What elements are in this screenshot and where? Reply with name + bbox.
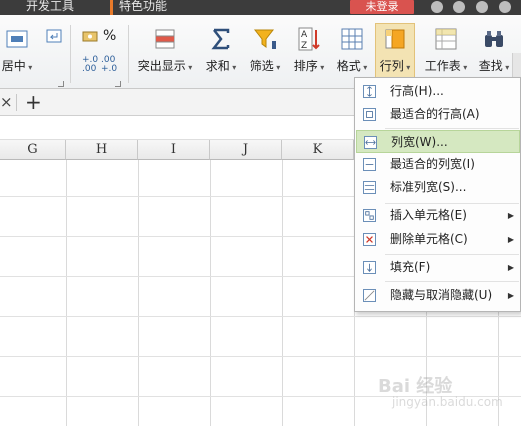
filter-label: 筛选 bbox=[250, 59, 281, 73]
decrease-decimal-button[interactable]: .00 +.0 bbox=[101, 56, 117, 74]
menu-item-label: 最适合的列宽(I) bbox=[390, 157, 475, 171]
alignment-dialog-launcher[interactable] bbox=[58, 81, 64, 87]
binoculars-icon bbox=[485, 31, 503, 47]
baidu-watermark-url: jingyan.baidu.com bbox=[392, 395, 503, 409]
grid-column-line bbox=[138, 160, 139, 426]
tab-special-features[interactable]: 特色功能 bbox=[110, 0, 167, 15]
column-header-g[interactable]: G bbox=[0, 140, 66, 160]
menu-item-hide-unhide[interactable]: 隐藏与取消隐藏(U) ▶ bbox=[356, 284, 520, 307]
new-tab-icon[interactable]: + bbox=[25, 90, 42, 114]
menu-item-label: 删除单元格(C) bbox=[390, 232, 468, 246]
ribbon-separator bbox=[128, 25, 129, 83]
spreadsheet-window: 开发工具 特色功能 未登录 居中 % +.0 .00 .00 +. bbox=[0, 0, 521, 426]
submenu-arrow-icon: ▶ bbox=[507, 235, 514, 244]
find-button[interactable]: 查找 bbox=[476, 27, 512, 74]
grid-row-line bbox=[0, 356, 521, 357]
highlight-label: 突出显示 bbox=[138, 59, 193, 73]
find-label: 查找 bbox=[479, 59, 510, 73]
highlight-icon bbox=[155, 29, 175, 49]
menu-item-row-height[interactable]: 行高(H)... bbox=[356, 80, 520, 103]
standard-width-icon bbox=[363, 181, 376, 194]
menu-item-autofit-column-width[interactable]: 最适合的列宽(I) bbox=[356, 153, 520, 176]
autofit-column-icon bbox=[363, 158, 376, 171]
format-button[interactable]: 格式 bbox=[334, 27, 370, 74]
hide-unhide-icon bbox=[363, 289, 376, 302]
sort-az-icon: A Z bbox=[298, 27, 320, 51]
format-label: 格式 bbox=[337, 59, 368, 73]
row-column-label: 行列 bbox=[380, 59, 411, 73]
menu-item-fill[interactable]: 填充(F) ▶ bbox=[356, 256, 520, 279]
column-header-h[interactable]: H bbox=[66, 140, 138, 160]
row-height-icon bbox=[363, 85, 376, 98]
row-column-dropdown-menu: 行高(H)... 最适合的行高(A) 列宽(W)... 最适合的列宽(I) 标准… bbox=[354, 77, 521, 312]
sigma-icon bbox=[211, 28, 230, 50]
worksheet-button[interactable]: 工作表 bbox=[422, 27, 470, 74]
fill-icon bbox=[363, 261, 376, 274]
worksheet-icon bbox=[435, 28, 457, 50]
login-button[interactable]: 未登录 bbox=[350, 0, 414, 14]
sort-label: 排序 bbox=[294, 59, 325, 73]
column-header-k[interactable]: K bbox=[282, 140, 354, 160]
filter-button[interactable]: 筛选 bbox=[246, 27, 284, 74]
sort-button[interactable]: A Z 排序 bbox=[290, 27, 328, 74]
sum-button[interactable]: 求和 bbox=[202, 27, 240, 74]
column-header-j[interactable]: J bbox=[210, 140, 282, 160]
ribbon-separator bbox=[70, 25, 71, 83]
svg-text:A: A bbox=[301, 30, 308, 40]
menu-item-standard-column-width[interactable]: 标准列宽(S)... bbox=[356, 176, 520, 199]
column-width-icon bbox=[364, 136, 377, 149]
grid-column-line bbox=[66, 160, 67, 426]
submenu-arrow-icon: ▶ bbox=[507, 263, 514, 272]
autofit-row-icon bbox=[363, 108, 376, 121]
tab-divider bbox=[16, 94, 17, 111]
column-header-i[interactable]: I bbox=[138, 140, 210, 160]
shirt-icon[interactable] bbox=[476, 1, 488, 13]
menu-item-label: 标准列宽(S)... bbox=[390, 180, 467, 194]
menu-item-label: 最适合的行高(A) bbox=[390, 107, 480, 121]
top-menu-bar: 开发工具 特色功能 未登录 bbox=[0, 0, 521, 15]
increase-decimal-button[interactable]: +.0 .00 bbox=[82, 56, 98, 74]
svg-text:Z: Z bbox=[301, 41, 307, 51]
menu-separator bbox=[385, 254, 519, 255]
merge-center-label: 居中 bbox=[2, 59, 33, 73]
menu-item-label: 隐藏与取消隐藏(U) bbox=[390, 288, 493, 302]
menu-separator bbox=[385, 281, 519, 282]
menu-item-autofit-row-height[interactable]: 最适合的行高(A) bbox=[356, 103, 520, 126]
wrap-text-icon[interactable] bbox=[46, 29, 62, 43]
grid-column-line bbox=[210, 160, 211, 426]
format-grid-icon bbox=[341, 28, 363, 50]
tab-developer-tools[interactable]: 开发工具 bbox=[26, 0, 74, 15]
menu-item-label: 插入单元格(E) bbox=[390, 208, 467, 222]
row-column-icon bbox=[385, 29, 405, 49]
help-icon[interactable] bbox=[499, 1, 511, 13]
menu-item-insert-cells[interactable]: 插入单元格(E) ▶ bbox=[356, 204, 520, 227]
worksheet-label: 工作表 bbox=[425, 59, 468, 73]
delete-cells-icon bbox=[363, 233, 376, 246]
submenu-arrow-icon: ▶ bbox=[507, 291, 514, 300]
menu-separator bbox=[385, 128, 519, 129]
grid-column-line bbox=[282, 160, 283, 426]
skin-icon[interactable] bbox=[431, 1, 443, 13]
currency-icon[interactable] bbox=[82, 29, 98, 43]
merge-center-button[interactable]: 居中 bbox=[0, 27, 38, 74]
submenu-arrow-icon: ▶ bbox=[507, 211, 514, 220]
menu-item-column-width[interactable]: 列宽(W)... bbox=[356, 130, 520, 153]
insert-cells-icon bbox=[363, 209, 376, 222]
funnel-icon bbox=[253, 29, 276, 49]
menu-item-delete-cells[interactable]: 删除单元格(C) ▶ bbox=[356, 228, 520, 251]
number-dialog-launcher[interactable] bbox=[115, 81, 121, 87]
percent-button[interactable]: % bbox=[103, 28, 116, 44]
merge-center-icon bbox=[6, 30, 28, 48]
sum-label: 求和 bbox=[206, 59, 237, 73]
refresh-icon[interactable] bbox=[453, 1, 465, 13]
highlight-button[interactable]: 突出显示 bbox=[134, 27, 196, 74]
close-tab-icon[interactable]: × bbox=[0, 93, 13, 111]
menu-item-label: 列宽(W)... bbox=[391, 135, 448, 149]
grid-row-line bbox=[0, 316, 521, 317]
menu-item-label: 行高(H)... bbox=[390, 84, 444, 98]
menu-item-label: 填充(F) bbox=[390, 260, 431, 274]
